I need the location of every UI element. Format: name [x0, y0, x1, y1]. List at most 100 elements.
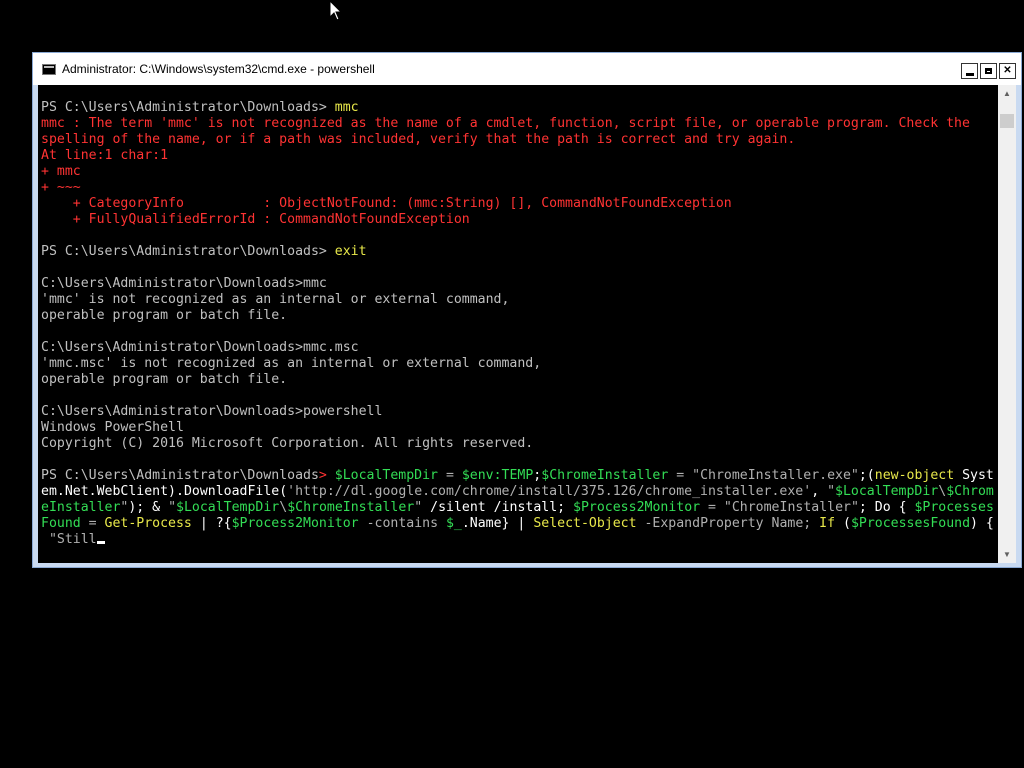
- console-text: (: [279, 484, 288, 499]
- console-line: At line:1 char:1: [41, 148, 994, 164]
- console-text: $ChromeInstaller: [541, 468, 669, 483]
- console-line: operable program or batch file.: [41, 372, 994, 388]
- console-output[interactable]: PS C:\Users\Administrator\Downloads> mmc…: [38, 85, 999, 563]
- console-line: PS C:\Users\Administrator\Downloads> exi…: [41, 244, 994, 260]
- console-line: Windows PowerShell: [41, 420, 994, 436]
- console-line: 'mmc' is not recognized as an internal o…: [41, 292, 994, 308]
- console-line: mmc : The term 'mmc' is not recognized a…: [41, 116, 994, 132]
- console-line: PS C:\Users\Administrator\Downloads> $Lo…: [41, 468, 994, 484]
- console-text: ; Do {: [858, 500, 915, 515]
- console-text: mmc: [334, 100, 359, 115]
- console-text: =: [668, 468, 693, 483]
- console-text: C:\Users\Administrator\Downloads>mmc: [41, 276, 327, 291]
- console-text: C:\Users\Administrator\Downloads>mmc.msc: [41, 340, 359, 355]
- console-line: + CategoryInfo : ObjectNotFound: (mmc:St…: [41, 196, 994, 212]
- console-text: 'http://dl.google.com/chrome/install/375…: [287, 484, 812, 499]
- window-controls: ✕: [961, 63, 1016, 79]
- console-line: operable program or batch file.: [41, 308, 994, 324]
- console-text: $LocalTempDir: [835, 484, 939, 499]
- console-text: ": [168, 500, 177, 515]
- console-text: | ?{: [191, 516, 232, 531]
- console-text: =: [700, 500, 724, 515]
- scroll-thumb[interactable]: [1000, 114, 1014, 128]
- console-text: operable program or batch file.: [41, 372, 288, 387]
- console-text: ).: [168, 484, 184, 499]
- console-line: C:\Users\Administrator\Downloads>mmc: [41, 276, 994, 292]
- console-text: spelling of the name, or if a path was i…: [41, 132, 796, 147]
- console-text: DownloadFile: [183, 484, 280, 499]
- text-cursor: [96, 541, 105, 544]
- console-text: + CategoryInfo : ObjectNotFound: (mmc:St…: [41, 196, 732, 211]
- console-text: Get-Process: [104, 516, 192, 531]
- title-bar[interactable]: Administrator: C:\Windows\system32\cmd.e…: [33, 53, 1021, 85]
- console-text: exit: [334, 244, 367, 259]
- console-text: (: [835, 516, 851, 531]
- console-text: $Chrom: [946, 484, 994, 499]
- console-text: $Process2Monitor: [231, 516, 359, 531]
- console-window[interactable]: Administrator: C:\Windows\system32\cmd.e…: [32, 52, 1022, 568]
- console-text: PS C:\Users\Administrator\Downloads>: [41, 244, 335, 259]
- console-app-icon[interactable]: [42, 63, 56, 75]
- console-text: \: [279, 500, 288, 515]
- scroll-up-icon[interactable]: ▲: [998, 85, 1016, 102]
- console-text: 'mmc' is not recognized as an internal o…: [41, 292, 510, 307]
- console-text: $Processes: [914, 500, 994, 515]
- console-text: + FullyQualifiedErrorId : CommandNotFoun…: [41, 212, 470, 227]
- console-text: 'mmc.msc' is not recognized as an intern…: [41, 356, 542, 371]
- console-text: mmc : The term 'mmc' is not recognized a…: [41, 116, 970, 131]
- console-text: "ChromeInstaller.exe": [692, 468, 859, 483]
- console-text: new-object: [874, 468, 955, 483]
- window-title: Administrator: C:\Windows\system32\cmd.e…: [62, 62, 375, 76]
- console-text: + ~~~: [41, 180, 81, 195]
- console-text: Found: [41, 516, 81, 531]
- scroll-down-icon[interactable]: ▼: [998, 546, 1016, 563]
- console-text: ,: [811, 484, 828, 499]
- mouse-pointer-icon: [329, 0, 343, 21]
- console-text: Select-Object: [533, 516, 637, 531]
- console-line: + ~~~: [41, 180, 994, 196]
- minimize-button[interactable]: [961, 63, 978, 79]
- console-text: eInstaller: [41, 500, 121, 515]
- console-text: em.Net.WebClient: [41, 484, 169, 499]
- console-text: $LocalTempDir: [176, 500, 280, 515]
- console-line: PS C:\Users\Administrator\Downloads> mmc: [41, 100, 994, 116]
- console-text: =: [80, 516, 105, 531]
- console-line: 'mmc.msc' is not recognized as an intern…: [41, 356, 994, 372]
- console-line: Found = Get-Process | ?{$Process2Monitor…: [41, 516, 994, 532]
- console-lines: PS C:\Users\Administrator\Downloads> mmc…: [41, 100, 994, 548]
- console-text: .Name} |: [461, 516, 534, 531]
- maximize-button[interactable]: [980, 63, 997, 79]
- console-text: -ExpandProperty Name;: [636, 516, 820, 531]
- console-text: Copyright (C) 2016 Microsoft Corporation…: [41, 436, 534, 451]
- console-text: ) {: [970, 516, 994, 531]
- console-line: "Still: [41, 532, 994, 548]
- vertical-scrollbar[interactable]: ▲ ▼: [998, 85, 1016, 563]
- console-text: "Still: [41, 532, 97, 547]
- console-text: C:\Users\Administrator\Downloads>powersh…: [41, 404, 383, 419]
- console-text: PS C:\Users\Administrator\Downloads: [41, 468, 319, 483]
- console-line: eInstaller"); & "$LocalTempDir\$ChromeIn…: [41, 500, 994, 516]
- console-text: ": [827, 484, 836, 499]
- console-text: $LocalTempDir: [334, 468, 438, 483]
- console-text: /silent /install;: [422, 500, 574, 515]
- console-text: Syst: [954, 468, 994, 483]
- console-line: + mmc: [41, 164, 994, 180]
- console-line: spelling of the name, or if a path was i…: [41, 132, 994, 148]
- close-button[interactable]: ✕: [999, 63, 1016, 79]
- console-text: >: [318, 468, 335, 483]
- console-text: \: [938, 484, 947, 499]
- console-text: -contains: [358, 516, 446, 531]
- console-line: C:\Users\Administrator\Downloads>mmc.msc: [41, 340, 994, 356]
- console-text: ;(: [858, 468, 875, 483]
- console-line: C:\Users\Administrator\Downloads>powersh…: [41, 404, 994, 420]
- console-line: Copyright (C) 2016 Microsoft Corporation…: [41, 436, 994, 452]
- console-text: If: [819, 516, 836, 531]
- console-text: PS C:\Users\Administrator\Downloads>: [41, 100, 335, 115]
- console-text: ": [414, 500, 423, 515]
- console-text: =: [438, 468, 462, 483]
